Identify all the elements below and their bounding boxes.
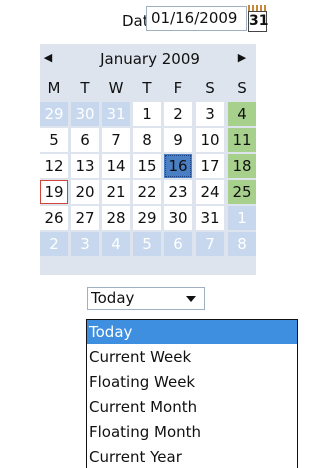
calendar-day-weekend[interactable]: 25 <box>228 180 256 204</box>
calendar-day[interactable]: 14 <box>102 154 130 178</box>
calendar-day-selected[interactable]: 16 <box>164 154 192 178</box>
calendar-day-today[interactable]: 19 <box>40 180 68 204</box>
calendar-day[interactable]: 9 <box>164 128 192 152</box>
calendar-day[interactable]: 20 <box>71 180 99 204</box>
calendar-day[interactable]: 26 <box>40 206 68 230</box>
prev-month-icon[interactable]: ◀ <box>41 51 55 65</box>
calendar-day[interactable]: 1 <box>133 102 161 126</box>
next-month-icon[interactable]: ▶ <box>235 51 249 65</box>
calendar-day-outside[interactable]: 5 <box>133 232 161 256</box>
calendar-day[interactable]: 8 <box>133 128 161 152</box>
weekday-header: T <box>71 76 99 100</box>
calendar-day[interactable]: 6 <box>71 128 99 152</box>
range-select-value: Today <box>91 289 135 307</box>
weekday-header: M <box>40 76 68 100</box>
calendar-day-weekend[interactable]: 4 <box>228 102 256 126</box>
calendar-day[interactable]: 12 <box>40 154 68 178</box>
calendar-icon: 31 <box>248 11 268 32</box>
weekday-header: F <box>164 76 192 100</box>
calendar-day[interactable]: 29 <box>133 206 161 230</box>
calendar-day-outside[interactable]: 30 <box>71 102 99 126</box>
range-dropdown-list: Today Current Week Floating Week Current Mo… <box>86 319 298 468</box>
calendar-day-weekend[interactable]: 18 <box>228 154 256 178</box>
calendar-day-outside[interactable]: 29 <box>40 102 68 126</box>
range-select[interactable]: Today <box>87 287 205 310</box>
calendar-day[interactable]: 2 <box>164 102 192 126</box>
dropdown-option[interactable]: Floating Week <box>87 370 297 394</box>
weekday-header: T <box>133 76 161 100</box>
calendar-day-outside[interactable]: 3 <box>71 232 99 256</box>
dropdown-option[interactable]: Current Week <box>87 345 297 369</box>
calendar-day-outside[interactable]: 1 <box>228 206 256 230</box>
date-input[interactable]: 01/16/2009 <box>146 6 247 31</box>
calendar-day-outside[interactable]: 31 <box>102 102 130 126</box>
calendar-day-weekend[interactable]: 11 <box>228 128 256 152</box>
calendar-day[interactable]: 5 <box>40 128 68 152</box>
calendar-popup: ◀ January 2009 ▶ M T W T F S S 29 30 31 1 2 3 4 5 6 7 8 9 1… <box>40 44 256 275</box>
calendar-day[interactable]: 7 <box>102 128 130 152</box>
calendar-button[interactable]: 31 <box>248 5 268 32</box>
calendar-day[interactable]: 27 <box>71 206 99 230</box>
weekday-header: S <box>228 76 256 100</box>
dropdown-option[interactable]: Floating Month <box>87 420 297 444</box>
dropdown-option[interactable]: Current Year <box>87 445 297 468</box>
calendar-day[interactable]: 24 <box>196 180 224 204</box>
calendar-day[interactable]: 17 <box>196 154 224 178</box>
calendar-day[interactable]: 23 <box>164 180 192 204</box>
chevron-down-icon[interactable] <box>186 296 196 302</box>
calendar-day-outside[interactable]: 6 <box>164 232 192 256</box>
dropdown-option[interactable]: Current Month <box>87 395 297 419</box>
month-label: January 2009 <box>100 50 200 68</box>
calendar-day-outside[interactable]: 7 <box>196 232 224 256</box>
weekday-header: S <box>196 76 224 100</box>
calendar-day-outside[interactable]: 2 <box>40 232 68 256</box>
calendar-day[interactable]: 22 <box>133 180 161 204</box>
calendar-day[interactable]: 31 <box>196 206 224 230</box>
calendar-day-outside[interactable]: 8 <box>228 232 256 256</box>
calendar-day-outside[interactable]: 4 <box>102 232 130 256</box>
calendar-day[interactable]: 3 <box>196 102 224 126</box>
calendar-day[interactable]: 21 <box>102 180 130 204</box>
calendar-day[interactable]: 15 <box>133 154 161 178</box>
calendar-day[interactable]: 13 <box>71 154 99 178</box>
calendar-day[interactable]: 28 <box>102 206 130 230</box>
dropdown-option[interactable]: Today <box>87 320 297 344</box>
calendar-header: ◀ January 2009 ▶ <box>40 44 256 73</box>
calendar-day[interactable]: 30 <box>164 206 192 230</box>
calendar-day[interactable]: 10 <box>196 128 224 152</box>
weekday-header: W <box>102 76 130 100</box>
